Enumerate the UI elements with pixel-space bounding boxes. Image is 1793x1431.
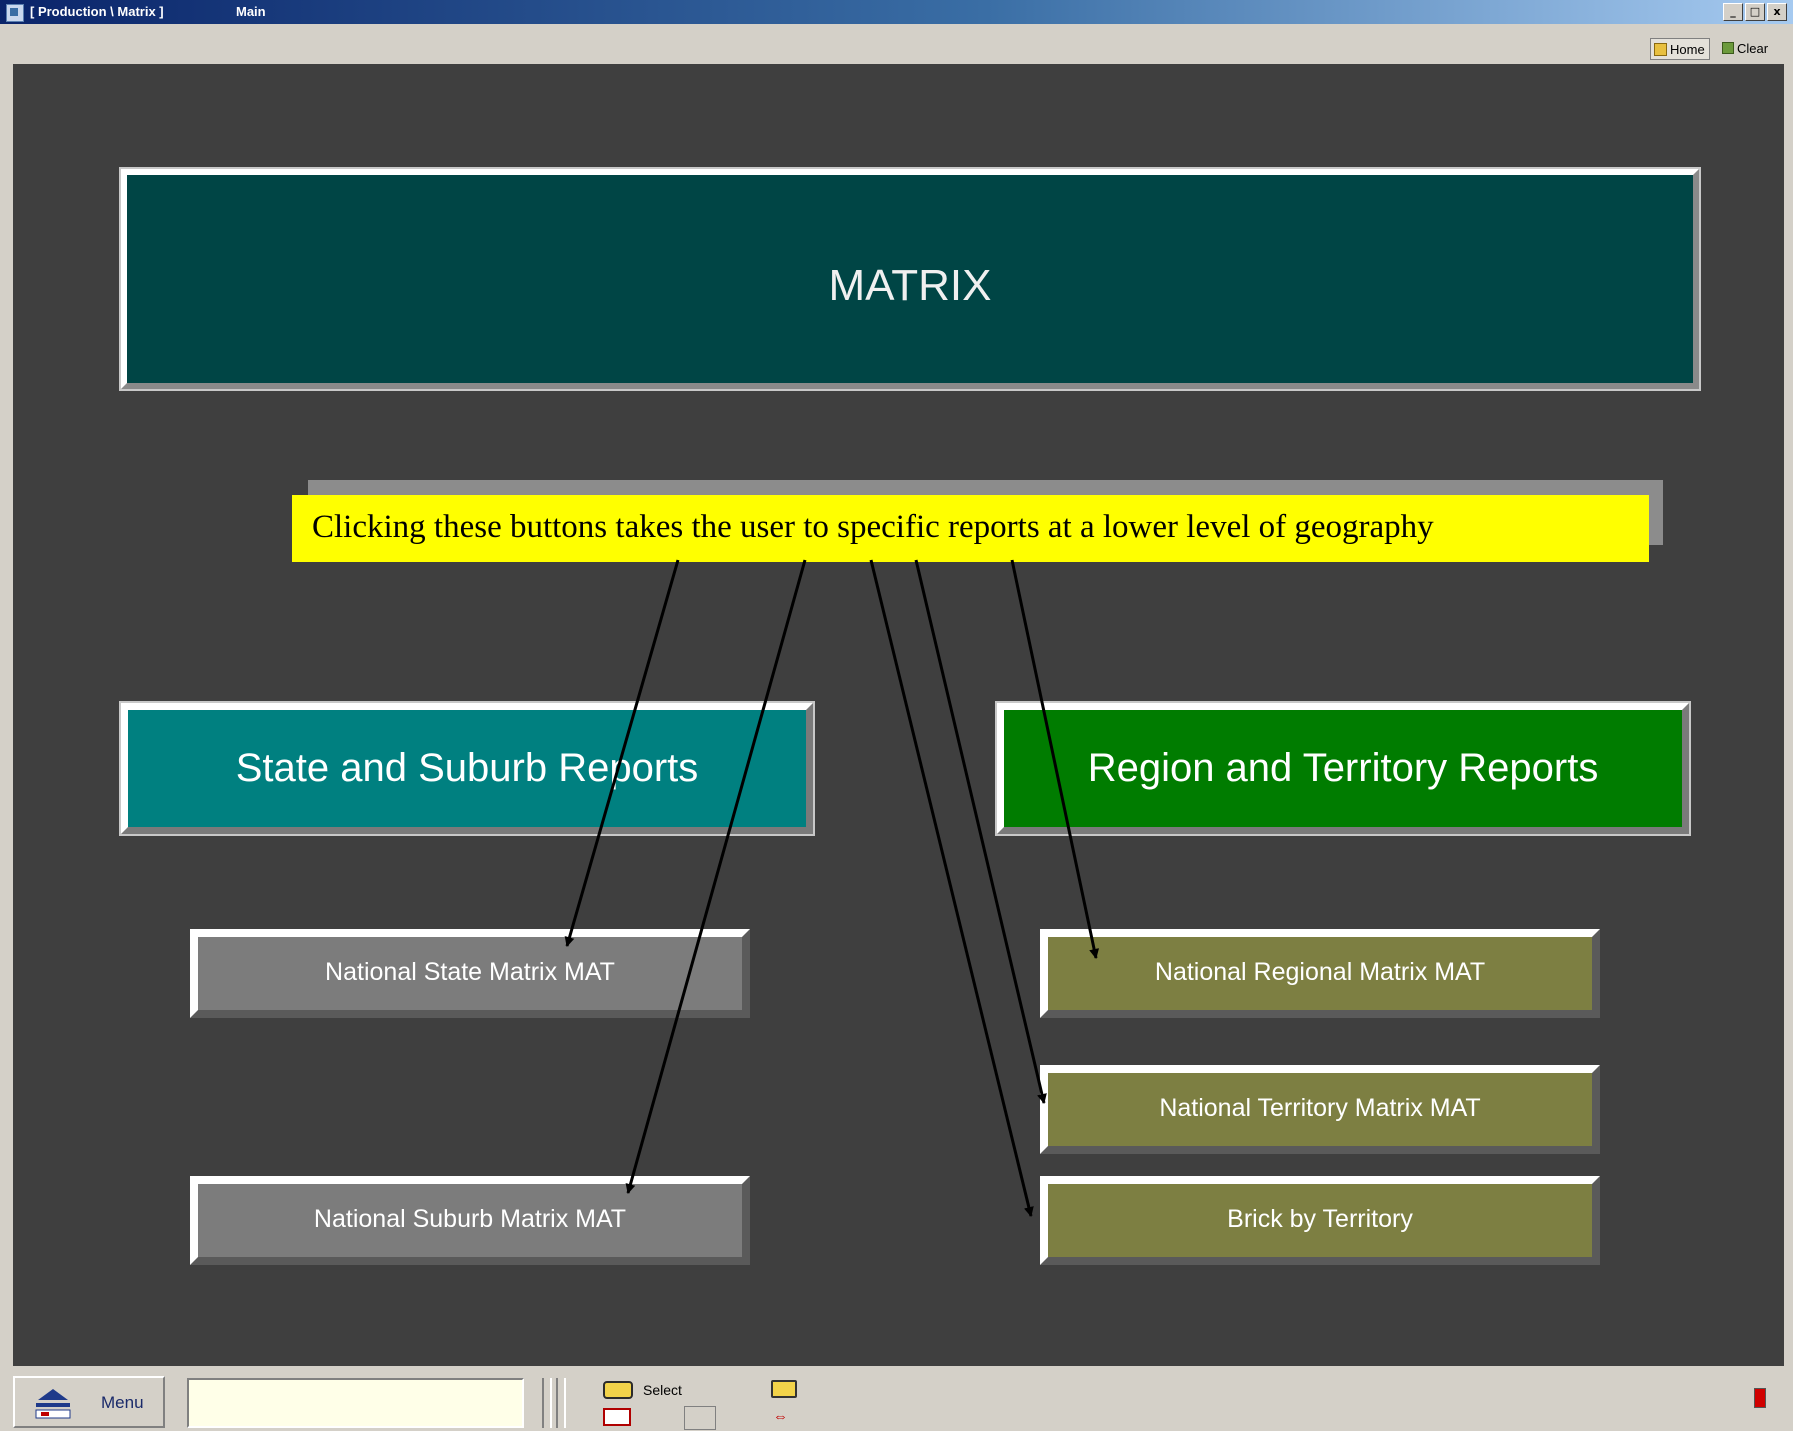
status-icon — [1754, 1388, 1766, 1408]
main-panel: MATRIX Clicking these buttons takes the … — [13, 64, 1784, 1366]
app-icon — [6, 4, 24, 22]
menu-icon — [35, 1389, 71, 1419]
state-suburb-section-header: State and Suburb Reports — [119, 701, 815, 836]
national-territory-matrix-label: National Territory Matrix MAT — [1159, 1094, 1481, 1122]
select-label: Select — [643, 1382, 682, 1398]
clear-label: Clear — [1737, 40, 1769, 56]
national-state-matrix-label: National State Matrix MAT — [325, 958, 615, 986]
print-icon[interactable] — [771, 1380, 797, 1398]
window-controls: _ □ x — [1723, 3, 1787, 21]
select-icon — [603, 1381, 633, 1399]
separator — [542, 1378, 552, 1428]
swap-icon[interactable]: ⇔ — [773, 1408, 788, 1425]
bottom-status-bar: Menu Select ⇔ — [0, 1366, 1793, 1431]
home-label: Home — [1670, 41, 1705, 57]
clear-button[interactable]: Clear — [1722, 38, 1768, 58]
national-suburb-matrix-button[interactable]: National Suburb Matrix MAT — [190, 1176, 750, 1265]
maximize-button[interactable]: □ — [1745, 3, 1765, 21]
home-icon — [1654, 42, 1667, 56]
home-button[interactable]: Home — [1650, 38, 1710, 60]
page-title: MATRIX — [828, 261, 992, 310]
region-territory-section-label: Region and Territory Reports — [1087, 746, 1599, 790]
national-state-matrix-button[interactable]: National State Matrix MAT — [190, 929, 750, 1018]
national-territory-matrix-button[interactable]: National Territory Matrix MAT — [1040, 1065, 1600, 1154]
clear-icon — [1722, 42, 1734, 54]
region-territory-section-header: Region and Territory Reports — [995, 701, 1691, 836]
select-button[interactable]: Select — [589, 1378, 725, 1402]
header-panel: MATRIX — [119, 167, 1701, 391]
select-control[interactable]: Select — [589, 1378, 725, 1430]
close-button[interactable]: x — [1767, 3, 1787, 21]
callout-text: Clicking these buttons takes the user to… — [312, 509, 1434, 545]
window-title-bar: [ Production \ Matrix ] Main _ □ x — [0, 0, 1793, 24]
state-suburb-section-label: State and Suburb Reports — [235, 746, 699, 790]
national-regional-matrix-button[interactable]: National Regional Matrix MAT — [1040, 929, 1600, 1018]
window-subtitle: Main — [236, 4, 266, 19]
annotation-callout: Clicking these buttons takes the user to… — [292, 495, 1649, 562]
menu-button[interactable]: Menu — [13, 1376, 165, 1428]
select-mode-icon[interactable] — [603, 1408, 631, 1426]
national-suburb-matrix-label: National Suburb Matrix MAT — [313, 1205, 627, 1233]
command-input[interactable] — [187, 1378, 524, 1428]
select-toggle[interactable] — [684, 1406, 716, 1430]
minimize-button[interactable]: _ — [1723, 3, 1743, 21]
national-regional-matrix-label: National Regional Matrix MAT — [1154, 958, 1486, 986]
top-toolbar: Home Clear — [0, 24, 1793, 64]
brick-by-territory-label: Brick by Territory — [1227, 1205, 1413, 1233]
window-title: [ Production \ Matrix ] — [30, 4, 164, 19]
separator — [556, 1378, 566, 1428]
menu-label: Menu — [101, 1393, 144, 1412]
brick-by-territory-button[interactable]: Brick by Territory — [1040, 1176, 1600, 1265]
